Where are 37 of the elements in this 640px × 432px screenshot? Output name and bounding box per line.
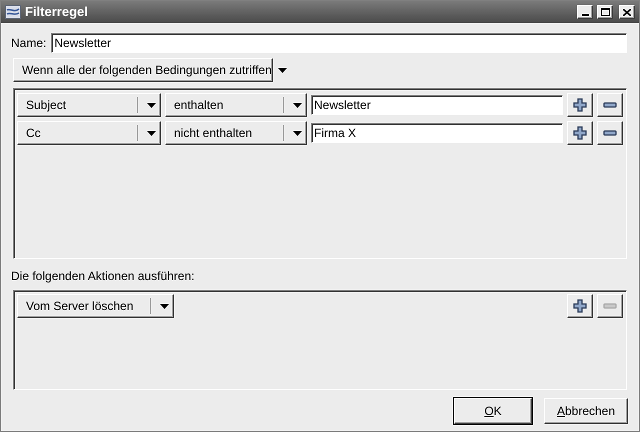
caret-icon bbox=[278, 68, 287, 72]
minimize-icon bbox=[582, 14, 588, 16]
window-icon bbox=[5, 5, 21, 19]
plus-icon bbox=[573, 98, 587, 112]
value-field[interactable]: Firma X bbox=[311, 123, 563, 143]
add-button[interactable] bbox=[567, 121, 593, 145]
name-field[interactable]: Newsletter bbox=[51, 33, 627, 53]
minus-icon bbox=[603, 102, 617, 108]
minus-icon bbox=[603, 303, 617, 309]
value-field[interactable]: Newsletter bbox=[311, 95, 563, 115]
caret-icon bbox=[160, 304, 168, 308]
dialog-button[interactable]: Abbrechen bbox=[544, 398, 628, 424]
field-dropdown[interactable]: Subject bbox=[17, 93, 161, 117]
dialog-button[interactable]: OK bbox=[454, 398, 532, 424]
field-dropdown[interactable]: Cc bbox=[17, 121, 161, 145]
caret-icon bbox=[292, 102, 302, 108]
remove-button[interactable] bbox=[597, 93, 623, 117]
window-title: Filterregel bbox=[25, 3, 89, 22]
action-dropdown[interactable]: Vom Server löschen bbox=[17, 294, 174, 318]
close-icon bbox=[623, 8, 631, 16]
add-button[interactable] bbox=[567, 93, 593, 117]
add-button[interactable] bbox=[567, 294, 593, 318]
close-button[interactable] bbox=[619, 5, 635, 19]
name-label: Name: bbox=[11, 35, 46, 52]
actions-label: Die folgenden Aktionen ausführen: bbox=[11, 268, 196, 285]
caret-icon bbox=[146, 102, 156, 108]
operator-dropdown[interactable]: nicht enthalten bbox=[165, 121, 307, 145]
maximize-icon bbox=[600, 8, 610, 16]
minus-icon bbox=[603, 130, 617, 136]
minimize-button[interactable] bbox=[577, 5, 593, 19]
plus-icon bbox=[573, 126, 587, 140]
plus-icon bbox=[573, 299, 587, 313]
remove-button[interactable] bbox=[597, 121, 623, 145]
maximize-button[interactable] bbox=[597, 5, 613, 19]
caret-icon bbox=[146, 130, 156, 136]
operator-dropdown[interactable]: enthalten bbox=[165, 93, 307, 117]
caret-icon bbox=[292, 130, 302, 136]
